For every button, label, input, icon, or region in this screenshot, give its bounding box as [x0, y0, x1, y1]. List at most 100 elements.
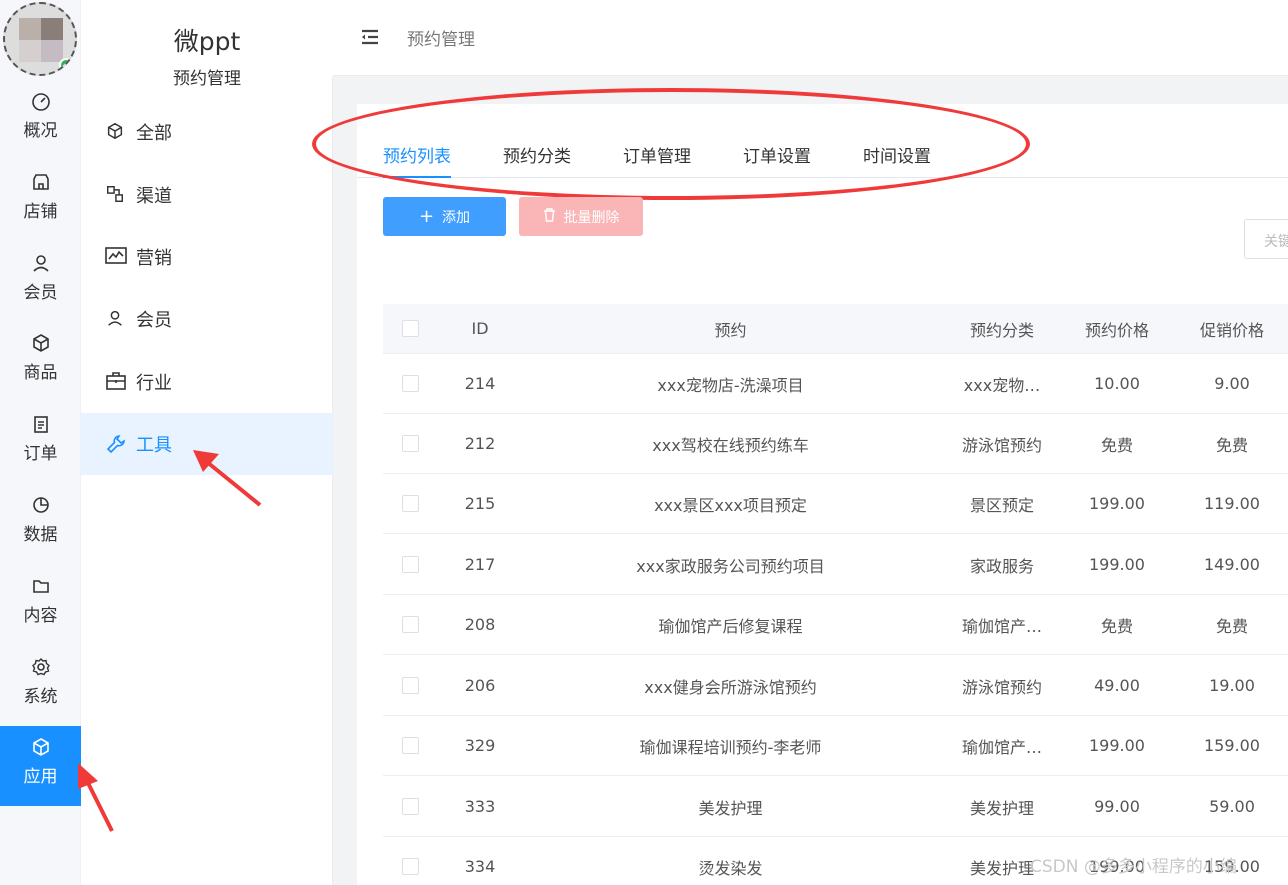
row-checkbox[interactable]	[401, 737, 419, 754]
add-button[interactable]: + 添加	[383, 197, 506, 236]
table-row[interactable]: 333 美发护理 美发护理 99.00 59.00	[383, 777, 1288, 837]
table-row[interactable]: 217 xxx家政服务公司预约项目 家政服务 199.00 149.00	[383, 535, 1288, 595]
row-checkbox[interactable]	[401, 677, 419, 694]
table-header: ID 预约 预约分类 预约价格 促销价格	[383, 304, 1288, 354]
rail-label: 会员	[23, 283, 58, 303]
column-header-booking[interactable]: 预约	[563, 304, 898, 353]
cell-name: xxx景区xxx项目预定	[654, 495, 807, 515]
rail-label: 概况	[23, 121, 58, 141]
table-row[interactable]: 215 xxx景区xxx项目预定 景区预定 199.00 119.00	[383, 474, 1288, 534]
table-row[interactable]: 212 xxx驾校在线预约练车 游泳馆预约 免费 免费	[383, 414, 1288, 474]
cell-category-text: 瑜伽馆产…	[961, 737, 1042, 757]
row-checkbox-cell	[395, 535, 425, 594]
brand-block: 微ppt 预约管理	[81, 0, 333, 89]
cell-promo-price: 149.00	[1204, 555, 1260, 574]
row-checkbox[interactable]	[401, 798, 419, 815]
rail-label: 应用	[23, 767, 58, 787]
cell-id: 217	[464, 555, 496, 574]
folder-icon	[0, 575, 81, 599]
tab-booking-category[interactable]: 预约分类	[503, 142, 571, 178]
batch-delete-button[interactable]: 批量删除	[519, 197, 643, 236]
row-checkbox-cell	[395, 354, 425, 413]
column-header-id[interactable]: ID	[440, 304, 520, 353]
cell-name: xxx驾校在线预约练车	[652, 435, 809, 455]
row-checkbox-cell	[395, 837, 425, 885]
cell-price: 免费	[1100, 616, 1133, 636]
cell-name: 瑜伽课程培训预约-李老师	[639, 737, 822, 757]
rail-label: 订单	[23, 444, 58, 464]
submenu-item-tools[interactable]: 工具	[81, 413, 333, 475]
rail-item-store[interactable]: 店铺	[0, 161, 81, 241]
cell-promo-price: 免费	[1215, 616, 1248, 636]
rail-item-overview[interactable]: 概况	[0, 80, 81, 160]
tab-order-settings[interactable]: 订单设置	[743, 142, 811, 178]
cell-category-text: 游泳馆预约	[961, 677, 1042, 697]
row-checkbox[interactable]	[401, 495, 419, 512]
cell-category-text: 瑜伽馆产…	[961, 616, 1042, 636]
table-row[interactable]: 208 瑜伽馆产后修复课程 瑜伽馆产… 免费 免费	[383, 595, 1288, 655]
rail-item-system[interactable]: 系统	[0, 646, 81, 726]
plus-icon: +	[418, 205, 435, 227]
tab-order-management[interactable]: 订单管理	[623, 142, 691, 178]
column-header-promo-price[interactable]: 促销价格	[1187, 304, 1277, 353]
cell-id: 208	[464, 615, 496, 634]
tab-booking-list[interactable]: 预约列表	[383, 142, 451, 178]
rail-label: 商品	[23, 363, 58, 383]
submenu-item-member[interactable]: 会员	[81, 288, 333, 350]
cell-category-text: 景区预定	[969, 495, 1034, 515]
pie-chart-icon	[0, 494, 81, 518]
cell-category-text: 美发护理	[969, 798, 1034, 818]
cell-promo-price: 19.00	[1209, 676, 1255, 695]
rail-item-goods[interactable]: 商品	[0, 322, 81, 402]
search-input[interactable]: 关键	[1244, 219, 1288, 259]
cell-price: 199.00	[1089, 494, 1145, 513]
cell-id: 212	[464, 434, 496, 453]
rail-item-data[interactable]: 数据	[0, 484, 81, 564]
cell-price: 199.00	[1089, 555, 1145, 574]
clipboard-icon	[0, 413, 81, 437]
wrench-icon	[105, 433, 127, 455]
cell-price: 99.00	[1094, 797, 1140, 816]
row-checkbox[interactable]	[401, 375, 419, 392]
rail-item-apps[interactable]: 应用	[0, 726, 81, 806]
table-row[interactable]: 214 xxx宠物店-洗澡项目 xxx宠物… 10.00 9.00	[383, 354, 1288, 414]
avatar[interactable]	[3, 2, 77, 76]
add-button-label: 添加	[442, 209, 471, 226]
user-icon	[0, 252, 81, 276]
column-header-category[interactable]: 预约分类	[943, 304, 1061, 353]
submenu-item-all[interactable]: 全部	[81, 101, 333, 163]
submenu-label: 工具	[136, 435, 172, 456]
trend-icon	[105, 246, 127, 268]
row-checkbox[interactable]	[401, 556, 419, 573]
breadcrumb[interactable]: 预约管理	[407, 25, 475, 50]
row-checkbox[interactable]	[401, 858, 419, 875]
table-row[interactable]: 329 瑜伽课程培训预约-李老师 瑜伽馆产… 199.00 159.00	[383, 716, 1288, 776]
row-checkbox-cell	[395, 474, 425, 533]
cell-price: 10.00	[1094, 374, 1140, 393]
cube-icon	[0, 736, 81, 760]
row-checkbox[interactable]	[401, 435, 419, 452]
submenu-item-industry[interactable]: 行业	[81, 351, 333, 413]
rail-item-order[interactable]: 订单	[0, 403, 81, 483]
cell-promo-price: 159.00	[1204, 736, 1260, 755]
tab-time-settings[interactable]: 时间设置	[863, 142, 931, 178]
row-checkbox-cell	[395, 716, 425, 775]
rail-item-member[interactable]: 会员	[0, 242, 81, 322]
rail-item-content[interactable]: 内容	[0, 565, 81, 645]
channel-icon	[105, 184, 127, 206]
table-row[interactable]: 206 xxx健身会所游泳馆预约 游泳馆预约 49.00 19.00	[383, 656, 1288, 716]
cell-category-text: 美发护理	[969, 858, 1034, 878]
search-placeholder: 关键	[1264, 234, 1288, 250]
secondary-menu: 全部 渠道 营销 会员 行业 工具	[81, 0, 333, 885]
select-all-checkbox[interactable]	[401, 320, 419, 337]
trash-icon	[543, 207, 556, 226]
cell-price: 免费	[1100, 435, 1133, 455]
column-header-price[interactable]: 预约价格	[1073, 304, 1161, 353]
menu-toggle-icon[interactable]	[359, 26, 383, 50]
row-checkbox[interactable]	[401, 616, 419, 633]
cell-name: 美发护理	[698, 798, 763, 818]
cell-category: 瑜伽馆产…	[943, 716, 1061, 775]
submenu-item-marketing[interactable]: 营销	[81, 226, 333, 288]
submenu-item-channel[interactable]: 渠道	[81, 164, 333, 226]
rail-label: 内容	[23, 606, 58, 626]
